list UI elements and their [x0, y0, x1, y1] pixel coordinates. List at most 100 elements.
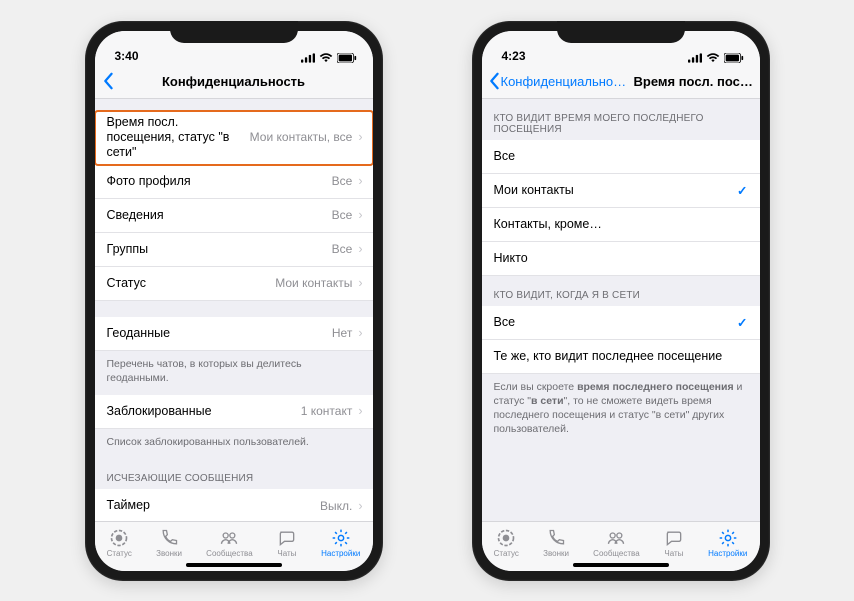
- chevron-right-icon: ›: [358, 208, 362, 222]
- row-about[interactable]: Сведения Все ›: [95, 199, 373, 233]
- option-label: Все: [494, 149, 516, 164]
- phone-left: 3:40 Конфиденциальность Время посл. посе…: [85, 21, 383, 581]
- row-value: Нет: [332, 326, 352, 340]
- option-everyone[interactable]: Все: [482, 140, 760, 174]
- row-label: Геоданные: [107, 326, 171, 341]
- chevron-left-icon: [488, 72, 500, 90]
- option-label: Все: [494, 315, 516, 330]
- tab-label: Чаты: [277, 549, 296, 558]
- wifi-icon: [706, 53, 720, 63]
- option-online-same-as-lastseen[interactable]: Те же, кто видит последнее посещение: [482, 340, 760, 374]
- chevron-right-icon: ›: [358, 499, 362, 513]
- tab-label: Настройки: [321, 549, 360, 558]
- check-icon: ✓: [737, 315, 747, 330]
- row-profile-photo[interactable]: Фото профиля Все ›: [95, 165, 373, 199]
- tab-label: Звонки: [156, 549, 182, 558]
- tab-label: Чаты: [664, 549, 683, 558]
- communities-icon: [606, 528, 626, 548]
- battery-icon: [337, 53, 357, 63]
- back-button[interactable]: Конфиденциальность: [488, 72, 631, 90]
- row-label: Фото профиля: [107, 174, 191, 189]
- tab-settings[interactable]: Настройки: [321, 528, 360, 558]
- notch: [170, 21, 298, 43]
- tab-status[interactable]: Статус: [107, 528, 132, 558]
- home-indicator: [186, 563, 282, 567]
- row-blocked[interactable]: Заблокированные 1 контакт ›: [95, 395, 373, 429]
- footer-note: Перечень чатов, в которых вы делитесь ге…: [95, 351, 373, 395]
- row-value: Мои контакты, все: [250, 130, 353, 144]
- status-icons: [301, 53, 357, 63]
- back-label: Конфиденциальность: [501, 74, 631, 89]
- wifi-icon: [319, 53, 333, 63]
- row-last-seen[interactable]: Время посл. посещения, статус "в сети" М…: [95, 111, 373, 165]
- tab-status[interactable]: Статус: [494, 528, 519, 558]
- row-timer[interactable]: Таймер Выкл. ›: [95, 489, 373, 520]
- tab-communities[interactable]: Сообщества: [593, 528, 639, 558]
- row-label: Группы: [107, 242, 149, 257]
- row-groups[interactable]: Группы Все ›: [95, 233, 373, 267]
- row-status[interactable]: Статус Мои контакты ›: [95, 267, 373, 301]
- phone-icon: [546, 528, 566, 548]
- row-value: Выкл.: [320, 499, 352, 513]
- tab-label: Статус: [107, 549, 132, 558]
- tab-label: Сообщества: [206, 549, 252, 558]
- row-live-location[interactable]: Геоданные Нет ›: [95, 317, 373, 351]
- tab-calls[interactable]: Звонки: [543, 528, 569, 558]
- status-icon: [109, 528, 129, 548]
- communities-icon: [219, 528, 239, 548]
- row-value: Все: [332, 242, 353, 256]
- group-header: КТО ВИДИТ, КОГДА Я В СЕТИ: [482, 276, 760, 306]
- row-value: Мои контакты: [275, 276, 352, 290]
- group-header: КТО ВИДИТ ВРЕМЯ МОЕГО ПОСЛЕДНЕГО ПОСЕЩЕН…: [482, 99, 760, 140]
- chevron-left-icon: [101, 72, 115, 90]
- option-label: Те же, кто видит последнее посещение: [494, 349, 723, 364]
- back-button[interactable]: [101, 72, 115, 90]
- chevron-right-icon: ›: [358, 242, 362, 256]
- tab-label: Звонки: [543, 549, 569, 558]
- footer-note: Если вы скроете время последнего посещен…: [482, 374, 760, 447]
- row-value: 1 контакт: [301, 404, 353, 418]
- content[interactable]: КТО ВИДИТ ВРЕМЯ МОЕГО ПОСЛЕДНЕГО ПОСЕЩЕН…: [482, 99, 760, 521]
- option-label: Мои контакты: [494, 183, 574, 198]
- tab-calls[interactable]: Звонки: [156, 528, 182, 558]
- content[interactable]: Время посл. посещения, статус "в сети" М…: [95, 99, 373, 521]
- tab-label: Настройки: [708, 549, 747, 558]
- group-header: ИСЧЕЗАЮЩИЕ СООБЩЕНИЯ: [95, 459, 373, 489]
- battery-icon: [724, 53, 744, 63]
- chevron-right-icon: ›: [358, 276, 362, 290]
- phone-right: 4:23 Конфиденциальность Время посл. посе…: [472, 21, 770, 581]
- row-label: Время посл. посещения, статус "в сети": [107, 115, 238, 160]
- chats-icon: [664, 528, 684, 548]
- chats-icon: [277, 528, 297, 548]
- signal-icon: [688, 53, 702, 63]
- tab-communities[interactable]: Сообщества: [206, 528, 252, 558]
- row-label: Заблокированные: [107, 404, 212, 419]
- tab-chats[interactable]: Чаты: [277, 528, 297, 558]
- tab-settings[interactable]: Настройки: [708, 528, 747, 558]
- gear-icon: [718, 528, 738, 548]
- gear-icon: [331, 528, 351, 548]
- screen-right: 4:23 Конфиденциальность Время посл. посе…: [482, 31, 760, 571]
- nav-title: Время посл. посеще…: [634, 74, 754, 89]
- row-value: Все: [332, 174, 353, 188]
- tab-chats[interactable]: Чаты: [664, 528, 684, 558]
- chevron-right-icon: ›: [358, 130, 362, 144]
- status-time: 4:23: [502, 49, 526, 63]
- status-icon: [496, 528, 516, 548]
- status-icons: [688, 53, 744, 63]
- option-online-everyone[interactable]: Все ✓: [482, 306, 760, 340]
- nav-bar: Конфиденциальность: [95, 65, 373, 99]
- option-contacts-except[interactable]: Контакты, кроме…: [482, 208, 760, 242]
- option-label: Никто: [494, 251, 528, 266]
- chevron-right-icon: ›: [358, 174, 362, 188]
- home-indicator: [573, 563, 669, 567]
- chevron-right-icon: ›: [358, 326, 362, 340]
- check-icon: ✓: [737, 183, 747, 198]
- screen-left: 3:40 Конфиденциальность Время посл. посе…: [95, 31, 373, 571]
- notch: [557, 21, 685, 43]
- status-time: 3:40: [115, 49, 139, 63]
- tab-label: Статус: [494, 549, 519, 558]
- option-nobody[interactable]: Никто: [482, 242, 760, 276]
- footer-note: Список заблокированных пользователей.: [95, 429, 373, 459]
- option-my-contacts[interactable]: Мои контакты ✓: [482, 174, 760, 208]
